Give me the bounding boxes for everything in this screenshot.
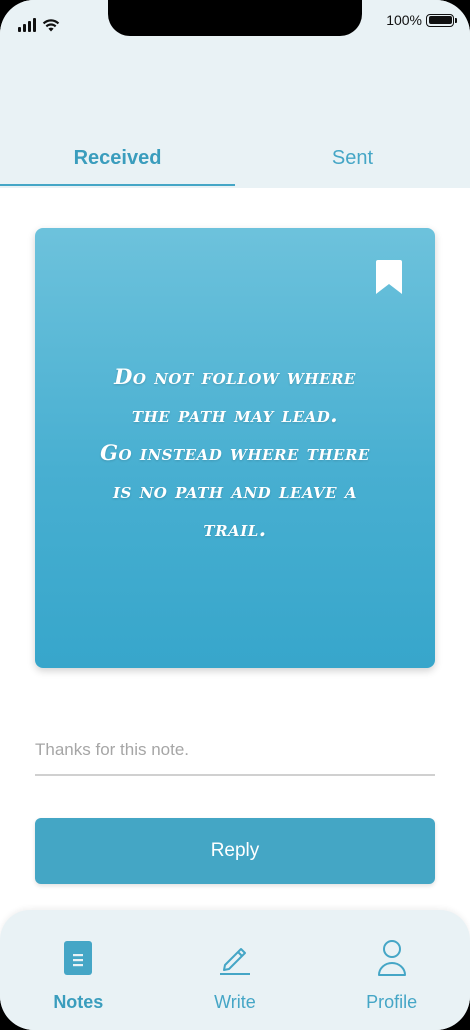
- device-notch: [108, 0, 362, 36]
- phone-screen: 100% Received Sent Do not follow where t…: [0, 0, 470, 1030]
- profile-icon: [372, 938, 412, 978]
- active-tab-indicator: [0, 184, 235, 186]
- status-bar-left: [18, 12, 60, 32]
- nav-label-write: Write: [214, 992, 256, 1012]
- wifi-icon: [42, 19, 60, 32]
- reply-button[interactable]: Reply: [35, 818, 435, 884]
- nav-item-write[interactable]: Write: [157, 910, 314, 1030]
- nav-item-notes[interactable]: Notes: [0, 910, 157, 1030]
- status-bar-right: 100%: [386, 12, 457, 28]
- nav-label-notes: Notes: [53, 992, 104, 1012]
- nav-label-profile: Profile: [366, 992, 418, 1012]
- note-card: Do not follow where the path may lead. G…: [35, 228, 435, 668]
- tab-sent[interactable]: Sent: [235, 130, 470, 186]
- bookmark-icon[interactable]: [376, 260, 402, 294]
- bottom-navigation: Notes Write Profile: [0, 910, 470, 1030]
- pencil-icon: [215, 938, 255, 978]
- tab-bar: Received Sent: [0, 130, 470, 188]
- header-area: 100% Received Sent: [0, 0, 470, 188]
- reply-input[interactable]: [35, 726, 435, 776]
- note-quote: Do not follow where the path may lead. G…: [100, 364, 370, 541]
- cellular-signal-icon: [18, 18, 36, 32]
- notes-icon: [58, 938, 98, 978]
- battery-percentage: 100%: [386, 12, 422, 28]
- nav-item-profile[interactable]: Profile: [313, 910, 470, 1030]
- tab-received[interactable]: Received: [0, 130, 235, 186]
- battery-icon: [426, 13, 457, 27]
